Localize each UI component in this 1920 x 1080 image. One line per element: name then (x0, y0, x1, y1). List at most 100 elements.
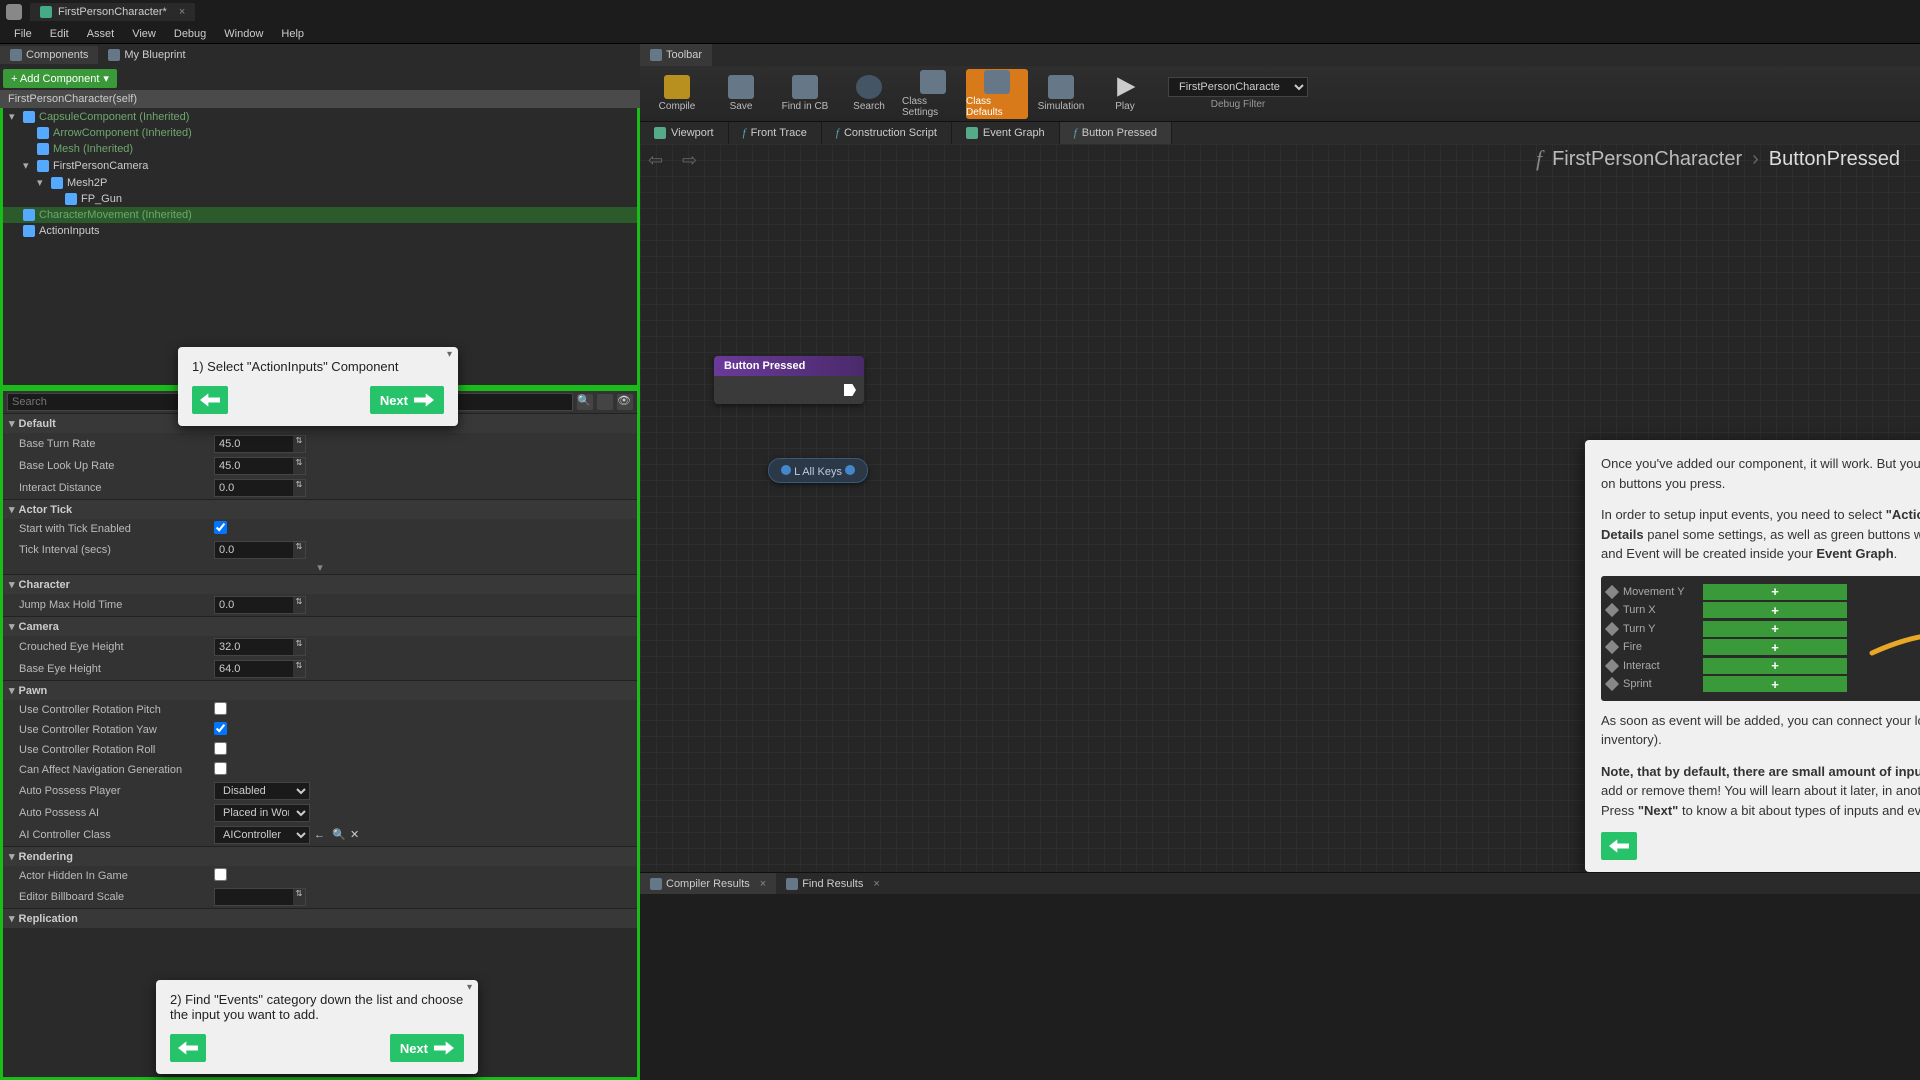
property-checkbox[interactable] (214, 742, 227, 755)
self-row[interactable]: FirstPersonCharacter(self) (0, 90, 640, 108)
category-header[interactable]: ▾Actor Tick (3, 500, 637, 519)
tooltip-close-icon[interactable]: ▾ (467, 982, 472, 993)
tree-item[interactable]: ActionInputs (3, 223, 637, 239)
title-tab[interactable]: FirstPersonCharacter* × (30, 3, 195, 21)
tooltip2-next-button[interactable]: Next (390, 1034, 464, 1062)
tree-item[interactable]: ▾CapsuleComponent (Inherited) (3, 108, 637, 125)
spinner-icon[interactable]: ⇅ (293, 597, 305, 613)
property-checkbox[interactable] (214, 868, 227, 881)
tree-item[interactable]: ▾Mesh2P (3, 174, 637, 191)
add-event-button[interactable]: + (1703, 676, 1847, 692)
breadcrumb-root[interactable]: FirstPersonCharacter (1552, 148, 1742, 171)
graph-tab[interactable]: Event Graph (952, 122, 1060, 144)
add-event-button[interactable]: + (1703, 584, 1847, 600)
toolbar-save-button[interactable]: Save (710, 69, 772, 119)
close-icon[interactable]: × (873, 878, 879, 890)
add-event-button[interactable]: + (1703, 658, 1847, 674)
property-checkbox[interactable] (214, 762, 227, 775)
add-event-button[interactable]: + (1703, 621, 1847, 637)
toolbar-play-button[interactable]: Play (1094, 69, 1156, 119)
property-input[interactable] (215, 598, 293, 612)
menu-view[interactable]: View (124, 26, 164, 42)
tab-find-results[interactable]: Find Results × (776, 873, 890, 894)
menu-file[interactable]: File (6, 26, 40, 42)
graph-tab[interactable]: fButton Pressed (1060, 122, 1172, 144)
close-icon[interactable]: × (179, 6, 185, 18)
spinner-icon[interactable]: ⇅ (293, 436, 305, 452)
toolbar-findcb-button[interactable]: Find in CB (774, 69, 836, 119)
property-input[interactable] (215, 481, 293, 495)
tab-compiler-results[interactable]: Compiler Results × (640, 873, 776, 894)
property-input[interactable] (215, 543, 293, 557)
category-header[interactable]: ▾Pawn (3, 681, 637, 700)
nav-back-icon[interactable]: ⇦ (648, 150, 670, 172)
toolbar-classdef-button[interactable]: Class Defaults (966, 69, 1028, 119)
spinner-icon[interactable]: ⇅ (293, 889, 305, 905)
property-input[interactable] (215, 459, 293, 473)
add-event-button[interactable]: + (1703, 639, 1847, 655)
spinner-icon[interactable]: ⇅ (293, 458, 305, 474)
menu-debug[interactable]: Debug (166, 26, 214, 42)
property-input[interactable] (215, 640, 293, 654)
graph-tab[interactable]: fConstruction Script (822, 122, 952, 144)
category-header[interactable]: ▾Character (3, 575, 637, 594)
tooltip1-back-button[interactable] (192, 386, 228, 414)
category-header[interactable]: ▾Replication (3, 909, 637, 928)
pin-icon[interactable] (781, 465, 791, 475)
toolbar-sim-button[interactable]: Simulation (1030, 69, 1092, 119)
graph-tab[interactable]: fFront Trace (729, 122, 822, 144)
expand-icon[interactable]: ▾ (3, 561, 637, 574)
menu-window[interactable]: Window (216, 26, 271, 42)
category-header[interactable]: ▾Rendering (3, 847, 637, 866)
browse-icon[interactable]: ← (314, 829, 328, 843)
exec-pin-icon[interactable] (844, 384, 856, 396)
property-checkbox[interactable] (214, 521, 227, 534)
add-event-button[interactable]: + (1703, 602, 1847, 618)
property-checkbox[interactable] (214, 702, 227, 715)
spinner-icon[interactable]: ⇅ (293, 480, 305, 496)
debug-filter-select[interactable]: FirstPersonCharacte (1168, 77, 1308, 97)
property-input[interactable] (215, 662, 293, 676)
toolbar-compile-button[interactable]: Compile (646, 69, 708, 119)
search-icon[interactable]: 🔍 (332, 828, 346, 842)
property-checkbox[interactable] (214, 722, 227, 735)
property-input[interactable] (215, 437, 293, 451)
spinner-icon[interactable]: ⇅ (293, 639, 305, 655)
tree-item[interactable]: Mesh (Inherited) (3, 141, 637, 157)
tab-my-blueprint[interactable]: My Blueprint (98, 46, 195, 64)
tooltip1-next-button[interactable]: Next (370, 386, 444, 414)
node-all-keys[interactable]: L All Keys (768, 458, 868, 483)
menu-asset[interactable]: Asset (79, 26, 123, 42)
eye-icon[interactable]: 👁 (617, 394, 633, 410)
menu-help[interactable]: Help (273, 26, 312, 42)
property-select[interactable]: Disabled (214, 782, 310, 800)
node-button-pressed[interactable]: Button Pressed (714, 356, 864, 404)
nav-forward-icon[interactable]: ⇨ (682, 150, 704, 172)
tree-item[interactable]: CharacterMovement (Inherited) (3, 207, 637, 223)
toolbar-classset-button[interactable]: Class Settings (902, 69, 964, 119)
pin-icon[interactable] (845, 465, 855, 475)
category-header[interactable]: ▾Camera (3, 617, 637, 636)
tab-components[interactable]: Components (0, 46, 98, 64)
toolbar-search-button[interactable]: Search (838, 69, 900, 119)
tutorial-back-button[interactable] (1601, 832, 1637, 860)
spinner-icon[interactable]: ⇅ (293, 661, 305, 677)
add-component-button[interactable]: + Add Component ▾ (3, 69, 117, 88)
property-select[interactable]: AIController (214, 826, 310, 844)
property-input[interactable] (215, 890, 293, 904)
tab-toolbar[interactable]: Toolbar (640, 44, 712, 66)
grid-view-icon[interactable] (597, 394, 613, 410)
property-select[interactable]: Placed in World (214, 804, 310, 822)
breadcrumb-current[interactable]: ButtonPressed (1769, 148, 1900, 171)
tooltip-close-icon[interactable]: ▾ (447, 349, 452, 360)
graph-area[interactable]: ⇦ ⇨ f FirstPersonCharacter › ButtonPress… (640, 144, 1920, 872)
tree-item[interactable]: FP_Gun (3, 191, 637, 207)
search-icon[interactable]: 🔍 (577, 394, 593, 410)
menu-edit[interactable]: Edit (42, 26, 77, 42)
tree-item[interactable]: ▾FirstPersonCamera (3, 157, 637, 174)
close-icon[interactable]: × (760, 878, 766, 890)
tree-item[interactable]: ArrowComponent (Inherited) (3, 125, 637, 141)
reset-icon[interactable]: ✕ (350, 828, 364, 842)
graph-tab[interactable]: Viewport (640, 122, 729, 144)
spinner-icon[interactable]: ⇅ (293, 542, 305, 558)
